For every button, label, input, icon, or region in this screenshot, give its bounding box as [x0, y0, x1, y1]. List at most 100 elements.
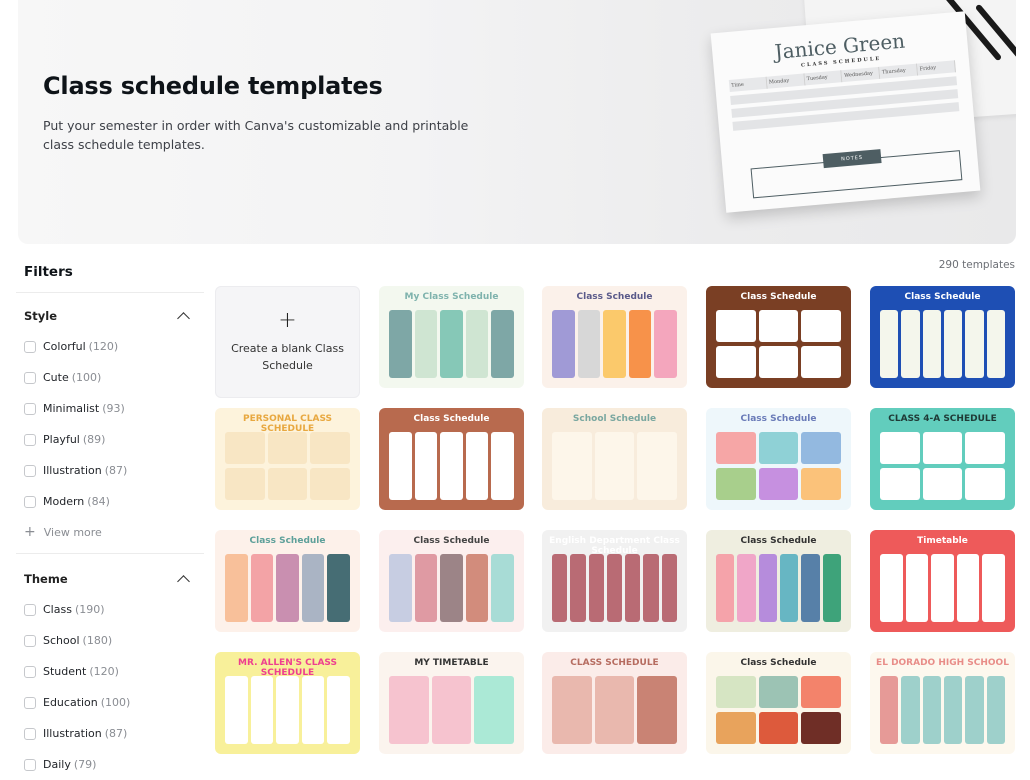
preview-day: Monday: [766, 73, 806, 89]
style-section-toggle[interactable]: Style: [16, 293, 204, 331]
template-card[interactable]: Class Schedule: [706, 286, 851, 388]
filter-option-label: Illustration: [43, 727, 102, 740]
template-tile: [474, 676, 515, 744]
template-card[interactable]: EL DORADO HIGH SCHOOL: [870, 652, 1015, 754]
template-tile: [552, 310, 575, 378]
checkbox[interactable]: [24, 696, 36, 709]
template-tile: [758, 676, 799, 708]
checkbox[interactable]: [24, 758, 36, 771]
checkbox[interactable]: [24, 634, 36, 647]
view-more-button[interactable]: + View more: [16, 517, 204, 547]
checkbox[interactable]: [24, 495, 36, 508]
checkbox[interactable]: [24, 603, 36, 616]
template-tile: [570, 554, 586, 622]
template-card[interactable]: English Department Class Schedule: [542, 530, 687, 632]
plus-icon: +: [24, 524, 36, 540]
template-tile: [225, 432, 265, 464]
template-card[interactable]: Class Schedule: [379, 530, 524, 632]
filter-option-cute[interactable]: Cute (100): [16, 362, 204, 393]
template-preview-tiles: [880, 554, 1005, 622]
template-tile: [414, 554, 438, 622]
filter-option-label: Modern: [43, 495, 85, 508]
template-card[interactable]: Class Schedule: [706, 652, 851, 754]
template-tile: [880, 432, 920, 464]
template-card[interactable]: Class Schedule: [706, 530, 851, 632]
template-tile: [716, 554, 735, 622]
filters-title: Filters: [16, 258, 204, 293]
template-tile: [956, 554, 980, 622]
template-tile: [276, 676, 299, 744]
template-preview-tiles: [389, 676, 515, 744]
template-tile: [801, 467, 841, 500]
template-tile: [637, 676, 678, 744]
template-tile: [716, 310, 756, 342]
template-tile: [779, 554, 799, 622]
template-card[interactable]: Class Schedule: [215, 530, 360, 632]
template-tile: [414, 310, 438, 378]
template-title: Class Schedule: [740, 292, 817, 302]
template-title: Class Schedule: [740, 414, 817, 424]
checkbox[interactable]: [24, 665, 36, 678]
filter-option-daily[interactable]: Daily (79): [16, 749, 204, 780]
filter-option-label: Colorful: [43, 340, 86, 353]
checkbox[interactable]: [24, 464, 36, 477]
template-tile: [880, 310, 899, 378]
template-card[interactable]: CLASS SCHEDULE: [542, 652, 687, 754]
template-card[interactable]: Class Schedule: [379, 408, 524, 510]
template-tile: [491, 432, 514, 500]
template-tile: [588, 554, 604, 622]
checkbox[interactable]: [24, 340, 36, 353]
template-preview-tiles: [389, 310, 514, 378]
template-tile: [431, 676, 472, 744]
template-preview-tiles: [225, 554, 350, 622]
template-card[interactable]: School Schedule: [542, 408, 687, 510]
template-tile: [594, 432, 635, 500]
theme-section-toggle[interactable]: Theme: [16, 556, 204, 594]
filter-option-label: School: [43, 634, 80, 647]
filter-option-colorful[interactable]: Colorful (120): [16, 331, 204, 362]
template-tile: [758, 711, 799, 744]
filter-option-minimalist[interactable]: Minimalist (93): [16, 393, 204, 424]
template-tile: [440, 310, 463, 378]
template-card[interactable]: CLASS 4-A SCHEDULE: [870, 408, 1015, 510]
template-title: Class Schedule: [576, 292, 653, 302]
filter-option-student[interactable]: Student (120): [16, 656, 204, 687]
template-count: 290 templates: [938, 259, 1015, 271]
template-card[interactable]: MY TIMETABLE: [379, 652, 524, 754]
filter-option-illustration[interactable]: Illustration (87): [16, 718, 204, 749]
checkbox[interactable]: [24, 371, 36, 384]
checkbox[interactable]: [24, 433, 36, 446]
template-tile: [414, 432, 438, 500]
template-tile: [577, 310, 601, 378]
template-card[interactable]: Class Schedule: [542, 286, 687, 388]
filter-option-modern[interactable]: Modern (84): [16, 486, 204, 517]
filter-option-count: (93): [102, 402, 125, 415]
template-tile: [389, 554, 412, 622]
template-tile: [628, 310, 652, 378]
template-tile: [982, 554, 1005, 622]
filter-option-count: (120): [89, 665, 119, 678]
filter-option-education[interactable]: Education (100): [16, 687, 204, 718]
filter-option-class[interactable]: Class (190): [16, 594, 204, 625]
filter-option-count: (84): [87, 495, 110, 508]
filter-option-illustration[interactable]: Illustration (87): [16, 455, 204, 486]
template-card[interactable]: Class Schedule: [706, 408, 851, 510]
filter-option-count: (100): [100, 696, 131, 709]
template-card[interactable]: MR. ALLEN'S CLASS SCHEDULE: [215, 652, 360, 754]
template-card[interactable]: My Class Schedule: [379, 286, 524, 388]
filter-option-school[interactable]: School (180): [16, 625, 204, 656]
template-card[interactable]: Timetable: [870, 530, 1015, 632]
filter-option-count: (87): [104, 727, 128, 740]
checkbox[interactable]: [24, 402, 36, 415]
template-tile: [637, 432, 678, 500]
template-tile: [552, 676, 592, 744]
template-tile: [465, 554, 489, 622]
template-tile: [389, 676, 429, 744]
checkbox[interactable]: [24, 727, 36, 740]
preview-day: Wednesday: [841, 66, 881, 83]
template-card[interactable]: Class Schedule: [870, 286, 1015, 388]
create-blank-button[interactable]: + Create a blank Class Schedule: [215, 286, 360, 398]
template-tile: [603, 310, 626, 378]
filter-option-playful[interactable]: Playful (89): [16, 424, 204, 455]
template-card[interactable]: PERSONAL CLASS SCHEDULE: [215, 408, 360, 510]
